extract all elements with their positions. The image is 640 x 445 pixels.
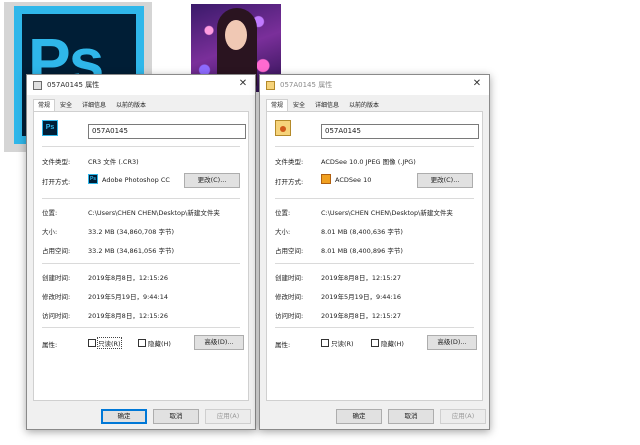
file-type-value: ACDSee 10.0 JPEG 图像 (.JPG) bbox=[321, 158, 416, 166]
change-button[interactable]: 更改(C)... bbox=[184, 173, 240, 188]
photo-subject-face bbox=[225, 20, 247, 50]
advanced-button[interactable]: 高级(D)... bbox=[194, 335, 244, 350]
disk-size-value: 33.2 MB (34,861,056 字节) bbox=[88, 247, 175, 255]
close-icon[interactable]: ✕ bbox=[471, 78, 483, 90]
attributes-label: 属性: bbox=[42, 341, 58, 349]
dialog-title: 057A0145 属性 bbox=[47, 81, 100, 89]
separator bbox=[42, 327, 240, 328]
acdsee-app-icon bbox=[321, 174, 331, 184]
file-name-input[interactable]: 057A0145 bbox=[321, 124, 479, 139]
accessed-value: 2019年8月8日，12:15:26 bbox=[88, 312, 169, 320]
readonly-checkbox[interactable] bbox=[321, 339, 329, 347]
tab-details[interactable]: 详细信息 bbox=[310, 99, 344, 111]
file-name-input[interactable]: 057A0145 bbox=[88, 124, 246, 139]
tab-security[interactable]: 安全 bbox=[288, 99, 310, 111]
tab-previous-versions[interactable]: 以前的版本 bbox=[111, 99, 151, 111]
separator bbox=[275, 146, 474, 147]
readonly-label[interactable]: 只读(R) bbox=[331, 338, 354, 348]
tab-bar: 常规 安全 详细信息 以前的版本 bbox=[33, 99, 249, 111]
size-value: 8.01 MB (8,400,636 字节) bbox=[321, 228, 403, 236]
tab-details[interactable]: 详细信息 bbox=[77, 99, 111, 111]
properties-dialog-jpg: 057A0145 属性 ✕ 常规 安全 详细信息 以前的版本 057A0145 … bbox=[259, 74, 490, 430]
accessed-value: 2019年8月8日，12:15:27 bbox=[321, 312, 402, 320]
tab-previous-versions[interactable]: 以前的版本 bbox=[344, 99, 384, 111]
title-bar[interactable]: 057A0145 属性 ✕ bbox=[27, 75, 255, 95]
cancel-button[interactable]: 取消 bbox=[388, 409, 434, 424]
file-icon bbox=[33, 80, 42, 90]
size-label: 大小: bbox=[275, 228, 291, 236]
dialog-title: 057A0145 属性 bbox=[280, 81, 333, 89]
file-type-value: CR3 文件 (.CR3) bbox=[88, 158, 139, 166]
modified-label: 修改时间: bbox=[275, 293, 304, 301]
photoshop-file-icon: Ps bbox=[42, 120, 58, 136]
attributes-label: 属性: bbox=[275, 341, 291, 349]
hidden-checkbox[interactable] bbox=[371, 339, 379, 347]
modified-value: 2019年5月19日，9:44:14 bbox=[88, 293, 169, 301]
separator bbox=[275, 327, 474, 328]
ok-button[interactable]: 确定 bbox=[336, 409, 382, 424]
general-panel: 057A0145 文件类型: ACDSee 10.0 JPEG 图像 (.JPG… bbox=[266, 111, 483, 401]
open-with-app: ACDSee 10 bbox=[335, 176, 372, 184]
close-icon[interactable]: ✕ bbox=[237, 78, 249, 90]
open-with-label: 打开方式: bbox=[42, 178, 71, 186]
general-panel: Ps 057A0145 文件类型: CR3 文件 (.CR3) 打开方式: Ps… bbox=[33, 111, 249, 401]
tab-general[interactable]: 常规 bbox=[33, 99, 56, 111]
disk-size-label: 占用空间: bbox=[42, 247, 71, 255]
open-with-app: Adobe Photoshop CC bbox=[102, 176, 170, 184]
accessed-label: 访问时间: bbox=[275, 312, 304, 320]
advanced-button[interactable]: 高级(D)... bbox=[427, 335, 477, 350]
tab-bar: 常规 安全 详细信息 以前的版本 bbox=[266, 99, 483, 111]
separator bbox=[42, 146, 240, 147]
cancel-button[interactable]: 取消 bbox=[153, 409, 199, 424]
separator bbox=[275, 263, 474, 264]
change-button[interactable]: 更改(C)... bbox=[417, 173, 473, 188]
title-bar[interactable]: 057A0145 属性 ✕ bbox=[260, 75, 489, 95]
tab-security[interactable]: 安全 bbox=[55, 99, 77, 111]
separator bbox=[42, 198, 240, 199]
created-value: 2019年8月8日，12:15:26 bbox=[88, 274, 169, 282]
photoshop-app-icon: Ps bbox=[88, 174, 98, 184]
tab-general[interactable]: 常规 bbox=[266, 99, 289, 111]
readonly-checkbox[interactable] bbox=[88, 339, 96, 347]
disk-size-value: 8.01 MB (8,400,896 字节) bbox=[321, 247, 403, 255]
location-label: 位置: bbox=[42, 209, 58, 217]
modified-label: 修改时间: bbox=[42, 293, 71, 301]
location-value: C:\Users\CHEN CHEN\Desktop\新建文件夹 bbox=[88, 209, 220, 217]
created-label: 创建时间: bbox=[42, 274, 71, 282]
properties-dialog-cr3: 057A0145 属性 ✕ 常规 安全 详细信息 以前的版本 Ps 057A01… bbox=[26, 74, 256, 430]
readonly-label[interactable]: 只读(R) bbox=[97, 337, 122, 349]
size-label: 大小: bbox=[42, 228, 58, 236]
separator bbox=[275, 198, 474, 199]
ok-button[interactable]: 确定 bbox=[101, 409, 147, 424]
apply-button[interactable]: 应用(A) bbox=[440, 409, 486, 424]
created-label: 创建时间: bbox=[275, 274, 304, 282]
jpeg-image-icon bbox=[275, 120, 291, 136]
disk-size-label: 占用空间: bbox=[275, 247, 304, 255]
accessed-label: 访问时间: bbox=[42, 312, 71, 320]
location-value: C:\Users\CHEN CHEN\Desktop\新建文件夹 bbox=[321, 209, 453, 217]
open-with-label: 打开方式: bbox=[275, 178, 304, 186]
jpeg-file-icon bbox=[266, 80, 275, 90]
apply-button[interactable]: 应用(A) bbox=[205, 409, 251, 424]
separator bbox=[42, 263, 240, 264]
modified-value: 2019年5月19日，9:44:16 bbox=[321, 293, 402, 301]
created-value: 2019年8月8日，12:15:27 bbox=[321, 274, 402, 282]
hidden-checkbox[interactable] bbox=[138, 339, 146, 347]
file-type-label: 文件类型: bbox=[275, 158, 304, 166]
location-label: 位置: bbox=[275, 209, 291, 217]
hidden-label[interactable]: 隐藏(H) bbox=[148, 338, 171, 348]
size-value: 33.2 MB (34,860,708 字节) bbox=[88, 228, 175, 236]
file-type-label: 文件类型: bbox=[42, 158, 71, 166]
hidden-label[interactable]: 隐藏(H) bbox=[381, 338, 404, 348]
